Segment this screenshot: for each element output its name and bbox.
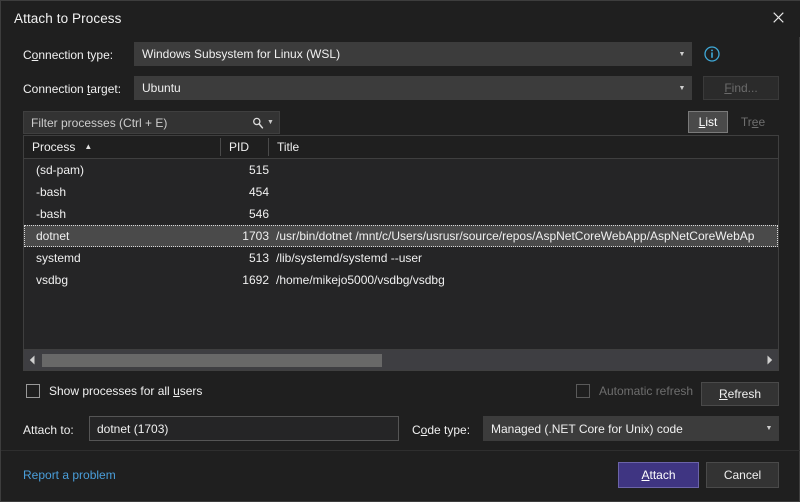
chevron-down-icon: ▼ xyxy=(673,51,691,58)
automatic-refresh-checkbox[interactable] xyxy=(576,384,590,398)
table-row[interactable]: -bash 546 xyxy=(24,203,778,225)
cell-process: (sd-pam) xyxy=(36,159,236,181)
connection-target-label: Connection target: xyxy=(23,82,121,96)
cell-pid: 546 xyxy=(219,203,269,225)
cell-title xyxy=(276,203,778,225)
cell-pid: 1703 xyxy=(219,225,269,247)
table-row[interactable]: -bash 454 xyxy=(24,181,778,203)
chevron-down-icon[interactable]: ▼ xyxy=(267,119,279,126)
view-toggle-tree[interactable]: Tree xyxy=(731,111,775,133)
title-bar: Attach to Process xyxy=(1,1,800,37)
table-row-selected[interactable]: dotnet 1703 /usr/bin/dotnet /mnt/c/Users… xyxy=(24,225,778,247)
process-list-header: Process ▲ PID Title xyxy=(24,136,778,159)
cell-pid: 513 xyxy=(219,247,269,269)
view-toggle-list-label: List xyxy=(699,115,718,129)
filter-placeholder-text: Filter processes (Ctrl + E) xyxy=(24,116,249,130)
page-title: Attach to Process xyxy=(14,11,122,26)
cell-process: dotnet xyxy=(36,225,236,247)
cell-title: /usr/bin/dotnet /mnt/c/Users/usrusr/sour… xyxy=(276,225,778,247)
column-header-pid[interactable]: PID xyxy=(221,136,268,158)
find-button-label: Find... xyxy=(724,81,757,95)
filter-input[interactable]: Filter processes (Ctrl + E) ▼ xyxy=(23,111,280,134)
code-type-label: Code type: xyxy=(412,423,470,437)
attach-button-label: Attach xyxy=(641,468,675,482)
column-header-title-label: Title xyxy=(277,140,299,154)
column-header-process[interactable]: Process ▲ xyxy=(24,136,220,158)
column-header-title[interactable]: Title xyxy=(269,136,777,158)
cancel-button-label: Cancel xyxy=(724,468,761,482)
code-type-combobox[interactable]: Managed (.NET Core for Unix) code ▼ xyxy=(483,416,779,441)
show-all-users-checkbox[interactable] xyxy=(26,384,40,398)
cell-pid: 1692 xyxy=(219,269,269,291)
process-list: Process ▲ PID Title (sd-pam) 515 -bash 4… xyxy=(23,135,779,371)
refresh-button[interactable]: Refresh xyxy=(701,382,779,406)
cell-process: -bash xyxy=(36,181,236,203)
cell-process: vsdbg xyxy=(36,269,236,291)
arrow-right-icon[interactable] xyxy=(762,350,777,370)
cell-pid: 515 xyxy=(219,159,269,181)
attach-button[interactable]: Attach xyxy=(618,462,699,488)
cell-title: /home/mikejo5000/vsdbg/vsdbg xyxy=(276,269,778,291)
connection-target-combobox[interactable]: Ubuntu ▼ xyxy=(134,76,692,100)
code-type-value: Managed (.NET Core for Unix) code xyxy=(484,422,760,436)
automatic-refresh-checkbox-row[interactable]: Automatic refresh xyxy=(576,384,693,398)
show-all-users-checkbox-row[interactable]: Show processes for all users xyxy=(26,384,202,398)
automatic-refresh-label: Automatic refresh xyxy=(599,384,693,398)
table-row[interactable]: vsdbg 1692 /home/mikejo5000/vsdbg/vsdbg xyxy=(24,269,778,291)
sort-ascending-icon: ▲ xyxy=(84,143,92,151)
attach-to-process-dialog: Attach to Process Connection type: Windo… xyxy=(0,0,800,502)
connection-type-value: Windows Subsystem for Linux (WSL) xyxy=(135,47,673,61)
attach-to-input[interactable]: dotnet (1703) xyxy=(89,416,399,441)
report-a-problem-link[interactable]: Report a problem xyxy=(23,468,116,482)
attach-to-value: dotnet (1703) xyxy=(90,422,168,436)
refresh-button-label: Refresh xyxy=(719,387,761,401)
search-icon xyxy=(249,117,267,129)
scrollbar-thumb[interactable] xyxy=(42,354,382,367)
view-toggle-list[interactable]: List xyxy=(688,111,728,133)
close-icon xyxy=(773,12,784,23)
connection-target-value: Ubuntu xyxy=(135,81,673,95)
chevron-down-icon: ▼ xyxy=(760,425,778,432)
connection-type-combobox[interactable]: Windows Subsystem for Linux (WSL) ▼ xyxy=(134,42,692,66)
footer-divider xyxy=(1,450,800,451)
cell-process: -bash xyxy=(36,203,236,225)
cell-title xyxy=(276,159,778,181)
table-row[interactable]: (sd-pam) 515 xyxy=(24,159,778,181)
cell-pid: 454 xyxy=(219,181,269,203)
chevron-down-icon: ▼ xyxy=(673,85,691,92)
cancel-button[interactable]: Cancel xyxy=(706,462,779,488)
table-row[interactable]: systemd 513 /lib/systemd/systemd --user xyxy=(24,247,778,269)
cell-title xyxy=(276,181,778,203)
column-header-pid-label: PID xyxy=(229,140,249,154)
find-button[interactable]: Find... xyxy=(703,76,779,100)
horizontal-scrollbar[interactable] xyxy=(24,349,778,370)
info-icon[interactable] xyxy=(704,46,720,62)
cell-process: systemd xyxy=(36,247,236,269)
column-header-process-label: Process xyxy=(32,140,75,154)
view-toggle-tree-label: Tree xyxy=(741,115,765,129)
attach-to-label: Attach to: xyxy=(23,423,74,437)
connection-type-label: Connection type: xyxy=(23,48,113,62)
process-list-body: (sd-pam) 515 -bash 454 -bash 546 dotnet … xyxy=(24,159,778,349)
show-all-users-label: Show processes for all users xyxy=(49,384,202,398)
close-button[interactable] xyxy=(755,1,800,34)
cell-title: /lib/systemd/systemd --user xyxy=(276,247,778,269)
arrow-left-icon[interactable] xyxy=(25,350,40,370)
